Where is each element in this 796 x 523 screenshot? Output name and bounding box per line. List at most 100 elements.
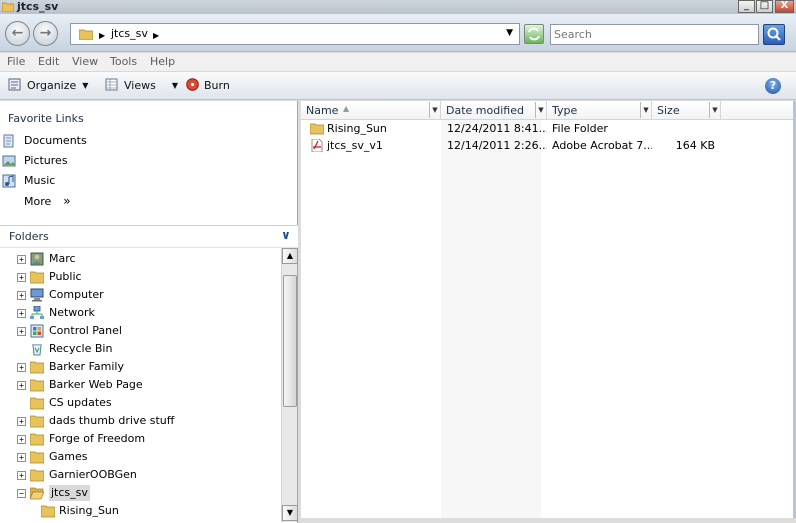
column-header-name[interactable]: Name ▲ ▼ — [301, 101, 441, 120]
minimize-button[interactable]: _ — [738, 0, 755, 13]
expand-icon[interactable]: + — [17, 327, 26, 336]
refresh-icon — [528, 27, 540, 41]
maximize-button[interactable]: □ — [756, 0, 773, 13]
close-button[interactable]: X — [775, 0, 794, 13]
folder-tree-label: Forge of Freedom — [49, 432, 146, 445]
address-dropdown-icon[interactable]: ▼ — [506, 28, 513, 38]
folder-tree-item[interactable]: + dads thumb drive stuff — [0, 412, 281, 430]
favorite-label: Documents — [24, 134, 87, 147]
folder-tree-item[interactable]: Rising_Sun — [0, 502, 281, 520]
window-title: jtcs_sv — [17, 0, 59, 13]
column-dropdown-icon[interactable]: ▼ — [709, 102, 720, 118]
folder-tree-label: dads thumb drive stuff — [49, 414, 175, 427]
chevron-down-icon[interactable]: ∨ — [281, 228, 291, 242]
expand-icon[interactable]: + — [17, 291, 26, 300]
favorite-documents[interactable]: Documents — [0, 132, 298, 150]
folder-tree-item[interactable]: + Barker Family — [0, 358, 281, 376]
scroll-up-button[interactable]: ▲ — [282, 248, 298, 264]
address-bar[interactable]: ▶ jtcs_sv ▶ ▼ — [70, 23, 520, 45]
folder-tree-label: Recycle Bin — [49, 342, 113, 355]
file-name: jtcs_sv_v1 — [327, 139, 383, 152]
breadcrumb-separator-icon[interactable]: ▶ — [153, 29, 159, 43]
file-type: Adobe Acrobat 7... — [552, 139, 652, 152]
organize-button[interactable]: Organize ▼ — [8, 78, 88, 93]
burn-button[interactable]: Burn — [186, 78, 230, 93]
expand-icon[interactable]: + — [17, 453, 26, 462]
documents-icon — [3, 134, 14, 148]
scroll-down-button[interactable]: ▼ — [282, 505, 298, 521]
folder-icon — [30, 361, 44, 374]
folder-tree-item[interactable]: + Computer — [0, 286, 281, 304]
menu-view[interactable]: View — [72, 55, 98, 68]
back-button[interactable]: ← — [5, 21, 30, 46]
forward-button[interactable]: → — [33, 21, 58, 46]
expand-icon[interactable]: + — [17, 273, 26, 282]
recycle-bin-icon — [32, 344, 42, 356]
column-header-type[interactable]: Type ▼ — [547, 101, 652, 120]
expand-icon[interactable]: + — [17, 309, 26, 318]
burn-disc-icon — [186, 78, 199, 91]
folder-tree-label: Computer — [49, 288, 104, 301]
folder-tree-item[interactable]: + Games — [0, 448, 281, 466]
title-bar: jtcs_sv _ □ X — [0, 0, 796, 14]
column-header-date[interactable]: Date modified ▼ — [441, 101, 547, 120]
help-button[interactable]: ? — [765, 78, 781, 94]
column-header-size[interactable]: Size ▼ — [652, 101, 721, 120]
file-date: 12/14/2011 2:26... — [447, 139, 547, 152]
search-input[interactable] — [550, 24, 759, 45]
favorite-pictures[interactable]: Pictures — [0, 152, 298, 170]
menu-tools[interactable]: Tools — [110, 55, 137, 68]
menu-edit[interactable]: Edit — [38, 55, 59, 68]
folder-tree-label: GarnierOOBGen — [49, 468, 137, 481]
search-button[interactable] — [763, 24, 785, 45]
column-label: Size — [657, 104, 680, 117]
folder-tree-item[interactable]: − jtcs_sv — [0, 484, 281, 502]
menu-help[interactable]: Help — [150, 55, 175, 68]
folder-icon — [41, 505, 55, 518]
dropdown-arrow-icon: ▼ — [82, 81, 89, 90]
folder-tree-item[interactable]: + Barker Web Page — [0, 376, 281, 394]
column-dropdown-icon[interactable]: ▼ — [429, 102, 440, 118]
expand-icon[interactable]: + — [17, 417, 26, 426]
file-row[interactable]: jtcs_sv_v1 12/14/2011 2:26... Adobe Acro… — [301, 137, 793, 154]
folders-header[interactable]: Folders ∨ — [0, 225, 298, 248]
folder-tree-item[interactable]: CS updates — [0, 394, 281, 412]
folder-tree-item[interactable]: + Marc — [0, 250, 281, 268]
chevrons-icon: » — [63, 194, 71, 208]
scroll-thumb[interactable] — [283, 275, 297, 407]
expand-icon[interactable]: + — [17, 381, 26, 390]
folder-icon — [30, 397, 44, 410]
column-dropdown-icon[interactable]: ▼ — [535, 102, 546, 118]
folder-tree-label: jtcs_sv — [49, 485, 90, 501]
folder-tree-label: Network — [49, 306, 95, 319]
favorite-music[interactable]: Music — [0, 172, 298, 190]
expand-icon[interactable]: + — [17, 363, 26, 372]
views-button[interactable]: Views ▼ — [105, 78, 178, 93]
folder-tree-label: Marc — [49, 252, 76, 265]
folder-tree-item[interactable]: + Control Panel — [0, 322, 281, 340]
folder-icon — [30, 271, 44, 284]
folder-tree-item[interactable]: Recycle Bin — [0, 340, 281, 358]
folder-tree-item[interactable]: + Network — [0, 304, 281, 322]
breadcrumb-item[interactable]: jtcs_sv — [111, 27, 148, 41]
navigation-pane: Favorite Links Documents Pictures Music … — [0, 101, 298, 523]
column-dropdown-icon[interactable]: ▼ — [640, 102, 651, 118]
collapse-icon[interactable]: − — [17, 489, 26, 498]
folder-icon — [79, 29, 93, 40]
views-icon — [105, 78, 118, 91]
control-panel-icon — [30, 324, 44, 338]
folder-tree-scrollbar[interactable]: ▲ ▼ — [281, 248, 298, 522]
folder-tree-item[interactable]: + GarnierOOBGen — [0, 466, 281, 484]
favorite-more[interactable]: More » — [0, 192, 298, 210]
expand-icon[interactable]: + — [17, 471, 26, 480]
expand-icon[interactable]: + — [17, 255, 26, 264]
file-row[interactable]: Rising_Sun 12/24/2011 8:41... File Folde… — [301, 120, 793, 137]
refresh-button[interactable] — [524, 24, 544, 44]
pdf-icon — [311, 139, 323, 152]
menu-file[interactable]: File — [7, 55, 25, 68]
breadcrumb-separator-icon[interactable]: ▶ — [99, 29, 105, 43]
folder-tree-item[interactable]: + Public — [0, 268, 281, 286]
favorite-label: Music — [24, 174, 56, 187]
folder-tree-item[interactable]: + Forge of Freedom — [0, 430, 281, 448]
expand-icon[interactable]: + — [17, 435, 26, 444]
